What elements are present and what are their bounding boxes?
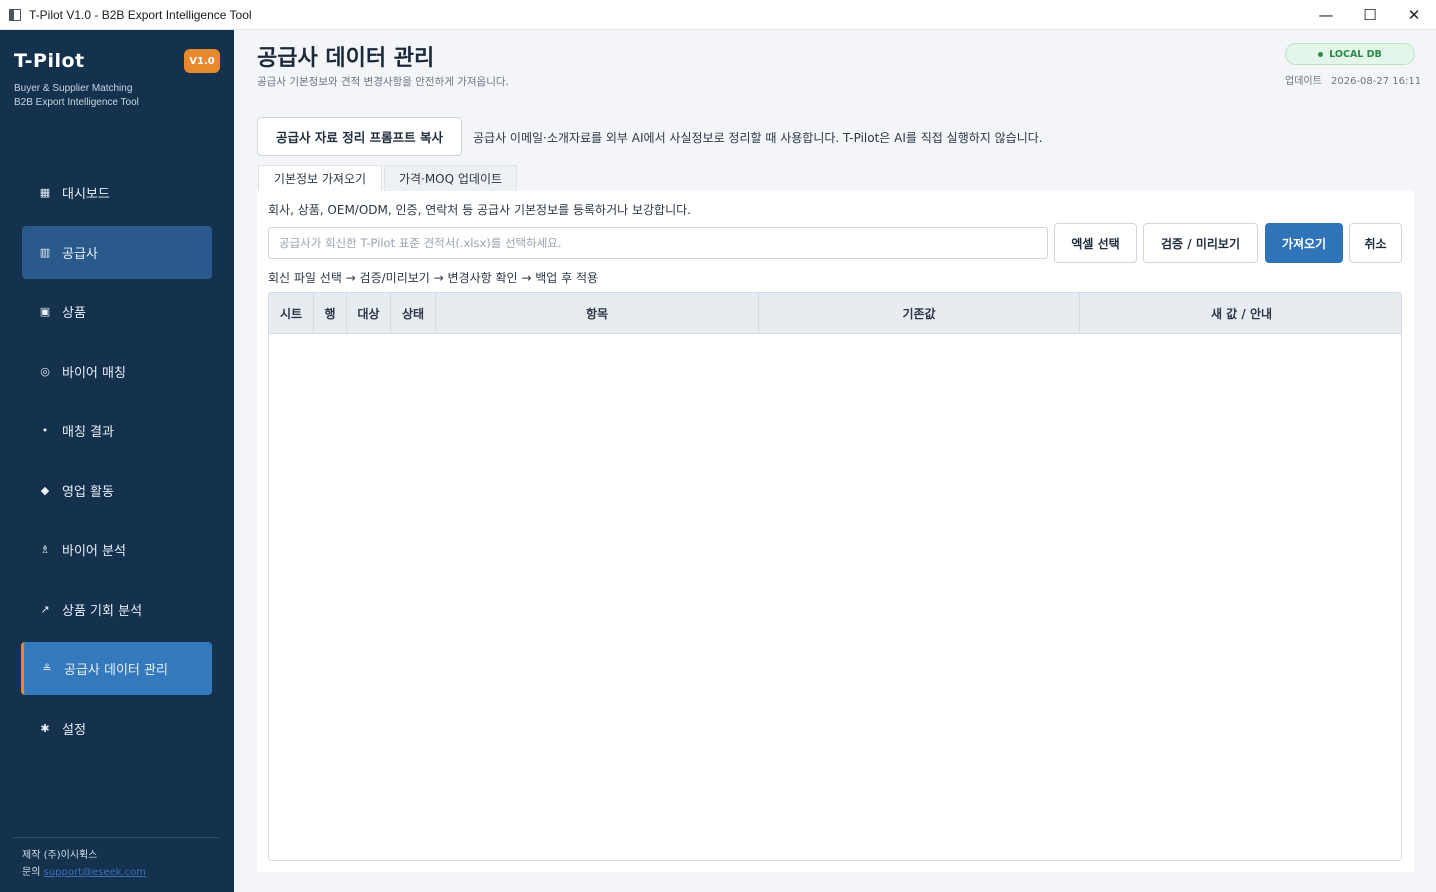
validate-preview-button[interactable]: 검증 / 미리보기 [1143, 223, 1258, 263]
sidebar-divider [12, 837, 220, 838]
window-controls: — ☐ ✕ [1304, 0, 1436, 30]
status-dot-icon [1318, 51, 1324, 57]
sidebar-item-supplier-data[interactable]: ≗ 공급사 데이터 관리 [21, 642, 212, 695]
copy-prompt-button[interactable]: 공급사 자료 정리 프롬프트 복사 [257, 117, 462, 156]
sidebar: T-Pilot V1.0 Buyer & Supplier Matching B… [0, 30, 234, 892]
column-header-status[interactable]: 상태 [391, 293, 436, 333]
column-header-row[interactable]: 행 [314, 293, 347, 333]
column-header-old-value[interactable]: 기존값 [759, 293, 1080, 333]
sidebar-item-label: 상품 기회 분석 [62, 604, 143, 619]
import-flow-steps: 회신 파일 선택 → 검증/미리보기 → 변경사항 확인 → 백업 후 적용 [268, 271, 599, 285]
analysis-icon: ♗ [40, 543, 50, 556]
db-badge-label: LOCAL DB [1329, 48, 1382, 60]
maximize-icon[interactable]: ☐ [1348, 0, 1392, 30]
page-title: 공급사 데이터 관리 [257, 46, 435, 71]
close-icon[interactable]: ✕ [1392, 0, 1436, 30]
sidebar-item-label: 상품 [62, 306, 86, 321]
sidebar-footer: 제작 (주)이시휙스 문의 support@eseek.com [22, 847, 146, 881]
sidebar-item-sales-activity[interactable]: ◆ 영업 활동 [22, 464, 212, 517]
sidebar-item-matching-result[interactable]: • 매칭 결과 [22, 404, 212, 457]
app-icon [9, 8, 21, 21]
sidebar-item-settings[interactable]: ✱ 설정 [22, 702, 212, 755]
footer-maker: 제작 (주)이시휙스 [22, 850, 98, 861]
contact-email-link[interactable]: support@eseek.com [44, 867, 146, 878]
tagline-line-1: Buyer & Supplier Matching [14, 83, 133, 94]
table-header: 시트 행 대상 상태 항목 기존값 새 값 / 안내 [269, 293, 1401, 334]
tab-basic-info-import[interactable]: 기본정보 가져오기 [258, 165, 382, 191]
sidebar-item-label: 바이어 분석 [62, 544, 126, 559]
dashboard-icon: ▦ [39, 186, 51, 199]
select-excel-button[interactable]: 엑셀 선택 [1054, 223, 1137, 263]
tagline: Buyer & Supplier Matching B2B Export Int… [14, 82, 139, 110]
sidebar-item-label: 영업 활동 [62, 485, 114, 500]
sidebar-item-buyer-matching[interactable]: ◎ 바이어 매칭 [22, 345, 212, 398]
supplier-icon: ▥ [39, 246, 51, 259]
trend-icon: ↗ [40, 603, 50, 616]
sidebar-item-supplier[interactable]: ▥ 공급사 [22, 226, 212, 279]
tab-price-moq-update[interactable]: 가격·MOQ 업데이트 [384, 165, 517, 191]
db-status-badge: LOCAL DB [1285, 43, 1415, 65]
gear-icon: ✱ [40, 722, 50, 735]
import-description: 회사, 상품, OEM/ODM, 인증, 연락처 등 공급사 기본정보를 등록하… [268, 203, 691, 217]
window-title: T-Pilot V1.0 - B2B Export Intelligence T… [29, 7, 252, 22]
import-button[interactable]: 가져오기 [1265, 223, 1343, 263]
result-icon: • [41, 424, 49, 437]
tagline-line-2: B2B Export Intelligence Tool [14, 97, 139, 108]
column-header-item[interactable]: 항목 [436, 293, 759, 333]
window-titlebar: T-Pilot V1.0 - B2B Export Intelligence T… [0, 0, 1436, 30]
product-icon: ▣ [39, 305, 51, 318]
sidebar-item-product[interactable]: ▣ 상품 [22, 285, 212, 338]
sidebar-item-product-opportunity[interactable]: ↗ 상품 기회 분석 [22, 583, 212, 636]
column-header-sheet[interactable]: 시트 [269, 293, 314, 333]
preview-table: 시트 행 대상 상태 항목 기존값 새 값 / 안내 [268, 292, 1402, 861]
sidebar-item-label: 매칭 결과 [62, 425, 114, 440]
sidebar-item-label: 공급사 [62, 247, 98, 262]
version-badge: V1.0 [184, 49, 220, 73]
sidebar-item-label: 대시보드 [62, 187, 110, 202]
column-header-target[interactable]: 대상 [347, 293, 391, 333]
footer-contact-label: 문의 [22, 867, 41, 878]
data-icon: ≗ [42, 662, 52, 675]
sidebar-item-label: 바이어 매칭 [62, 366, 126, 381]
footer-contact: 문의 support@eseek.com [22, 864, 146, 881]
updated-label: 업데이트 [1285, 76, 1322, 87]
prompt-description: 공급사 이메일·소개자료를 외부 AI에서 사실정보로 정리할 때 사용합니다.… [473, 131, 1043, 145]
column-header-new-value[interactable]: 새 값 / 안내 [1080, 293, 1401, 333]
cancel-button[interactable]: 취소 [1349, 223, 1402, 263]
sidebar-item-label: 설정 [62, 723, 86, 738]
brand-logo: T-Pilot [14, 50, 85, 72]
minimize-icon[interactable]: — [1304, 0, 1348, 30]
page-subtitle: 공급사 기본정보와 견적 변경사항을 안전하게 가져옵니다. [257, 76, 509, 88]
last-updated: 업데이트 2026-08-27 16:11 [1285, 72, 1421, 87]
target-icon: ◎ [40, 365, 50, 378]
sidebar-item-buyer-analysis[interactable]: ♗ 바이어 분석 [22, 523, 212, 576]
diamond-icon: ◆ [40, 484, 50, 497]
file-path-input[interactable]: 공급사가 회신한 T-Pilot 표준 견적서(.xlsx)를 선택하세요. [268, 227, 1048, 259]
sidebar-item-dashboard[interactable]: ▦ 대시보드 [22, 166, 212, 219]
sidebar-item-label: 공급사 데이터 관리 [64, 663, 168, 678]
updated-value: 2026-08-27 16:11 [1331, 76, 1422, 87]
